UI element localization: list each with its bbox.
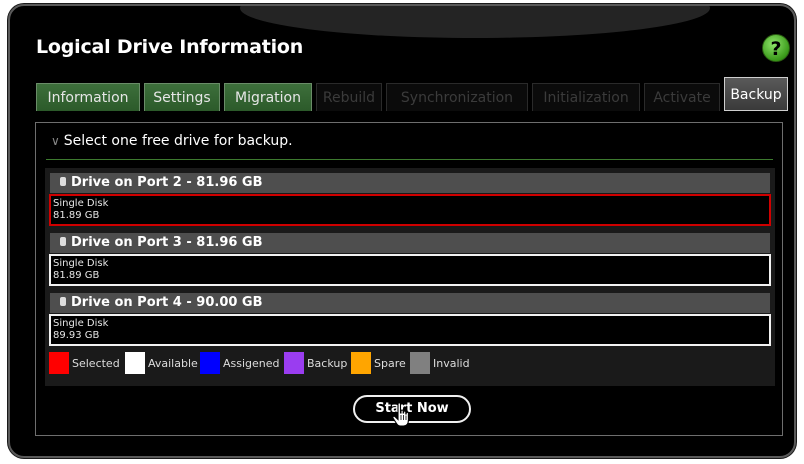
drive-type: Single Disk <box>53 318 109 329</box>
tab-activate: Activate <box>644 83 720 111</box>
legend-item-assigned: Assigened <box>200 352 280 374</box>
section-heading-text: Select one free drive for backup. <box>63 133 293 149</box>
legend-item-invalid: Invalid <box>410 352 470 374</box>
tab-rebuild: Rebuild <box>316 83 382 111</box>
legend-label: Backup <box>307 356 348 370</box>
drive-header: Drive on Port 4 - 90.00 GB <box>50 293 770 313</box>
legend-label: Spare <box>374 356 406 370</box>
legend-label: Invalid <box>433 356 470 370</box>
tab-information[interactable]: Information <box>36 83 140 111</box>
tab-synchronization: Synchronization <box>386 83 528 111</box>
legend-swatch <box>351 352 371 374</box>
drive-type: Single Disk <box>53 258 109 269</box>
tab-initialization: Initialization <box>532 83 640 111</box>
drive-header-label: Drive on Port 2 - 81.96 GB <box>71 175 263 190</box>
page-title: Logical Drive Information <box>36 36 304 58</box>
legend-item-backup: Backup <box>284 352 347 374</box>
disk-icon <box>60 297 66 306</box>
drive-item[interactable]: Single Disk 81.89 GB <box>49 254 771 286</box>
drive-header: Drive on Port 2 - 81.96 GB <box>50 173 770 193</box>
drive-type: Single Disk <box>53 198 109 209</box>
legend-item-available: Available <box>125 352 198 374</box>
disk-icon <box>60 177 66 186</box>
legend-swatch <box>200 352 220 374</box>
drive-header: Drive on Port 3 - 81.96 GB <box>50 233 770 253</box>
legend-label: Available <box>148 356 198 370</box>
tab-migration[interactable]: Migration <box>224 83 312 111</box>
legend-swatch <box>125 352 145 374</box>
section-heading: ∨ Select one free drive for backup. <box>51 133 293 149</box>
legend-swatch <box>284 352 304 374</box>
disk-icon <box>60 237 66 246</box>
hand-cursor-icon <box>392 402 409 427</box>
drive-header-label: Drive on Port 3 - 81.96 GB <box>71 235 263 250</box>
drive-size: 81.89 GB <box>53 270 100 281</box>
drive-list: Drive on Port 2 - 81.96 GB Single Disk 8… <box>45 168 775 386</box>
tab-backup[interactable]: Backup <box>724 77 788 111</box>
drive-item[interactable]: Single Disk 89.93 GB <box>49 314 771 346</box>
chevron-down-icon[interactable]: ∨ <box>51 134 60 148</box>
legend-swatch <box>410 352 430 374</box>
drive-size: 81.89 GB <box>53 210 100 221</box>
divider <box>46 159 773 160</box>
backup-panel: ∨ Select one free drive for backup. Drive… <box>35 122 783 436</box>
drive-item[interactable]: Single Disk 81.89 GB <box>49 194 771 226</box>
legend-swatch <box>49 352 69 374</box>
help-icon[interactable]: ? <box>762 34 790 62</box>
legend-label: Assigened <box>223 356 280 370</box>
drive-size: 89.93 GB <box>53 330 100 341</box>
start-now-button[interactable]: Start Now <box>353 395 471 423</box>
legend-item-selected: Selected <box>49 352 120 374</box>
legend-label: Selected <box>72 356 120 370</box>
dialog-window: Logical Drive Information ? Information … <box>8 4 796 458</box>
legend-item-spare: Spare <box>351 352 406 374</box>
drive-header-label: Drive on Port 4 - 90.00 GB <box>71 295 263 310</box>
tab-settings[interactable]: Settings <box>144 83 220 111</box>
